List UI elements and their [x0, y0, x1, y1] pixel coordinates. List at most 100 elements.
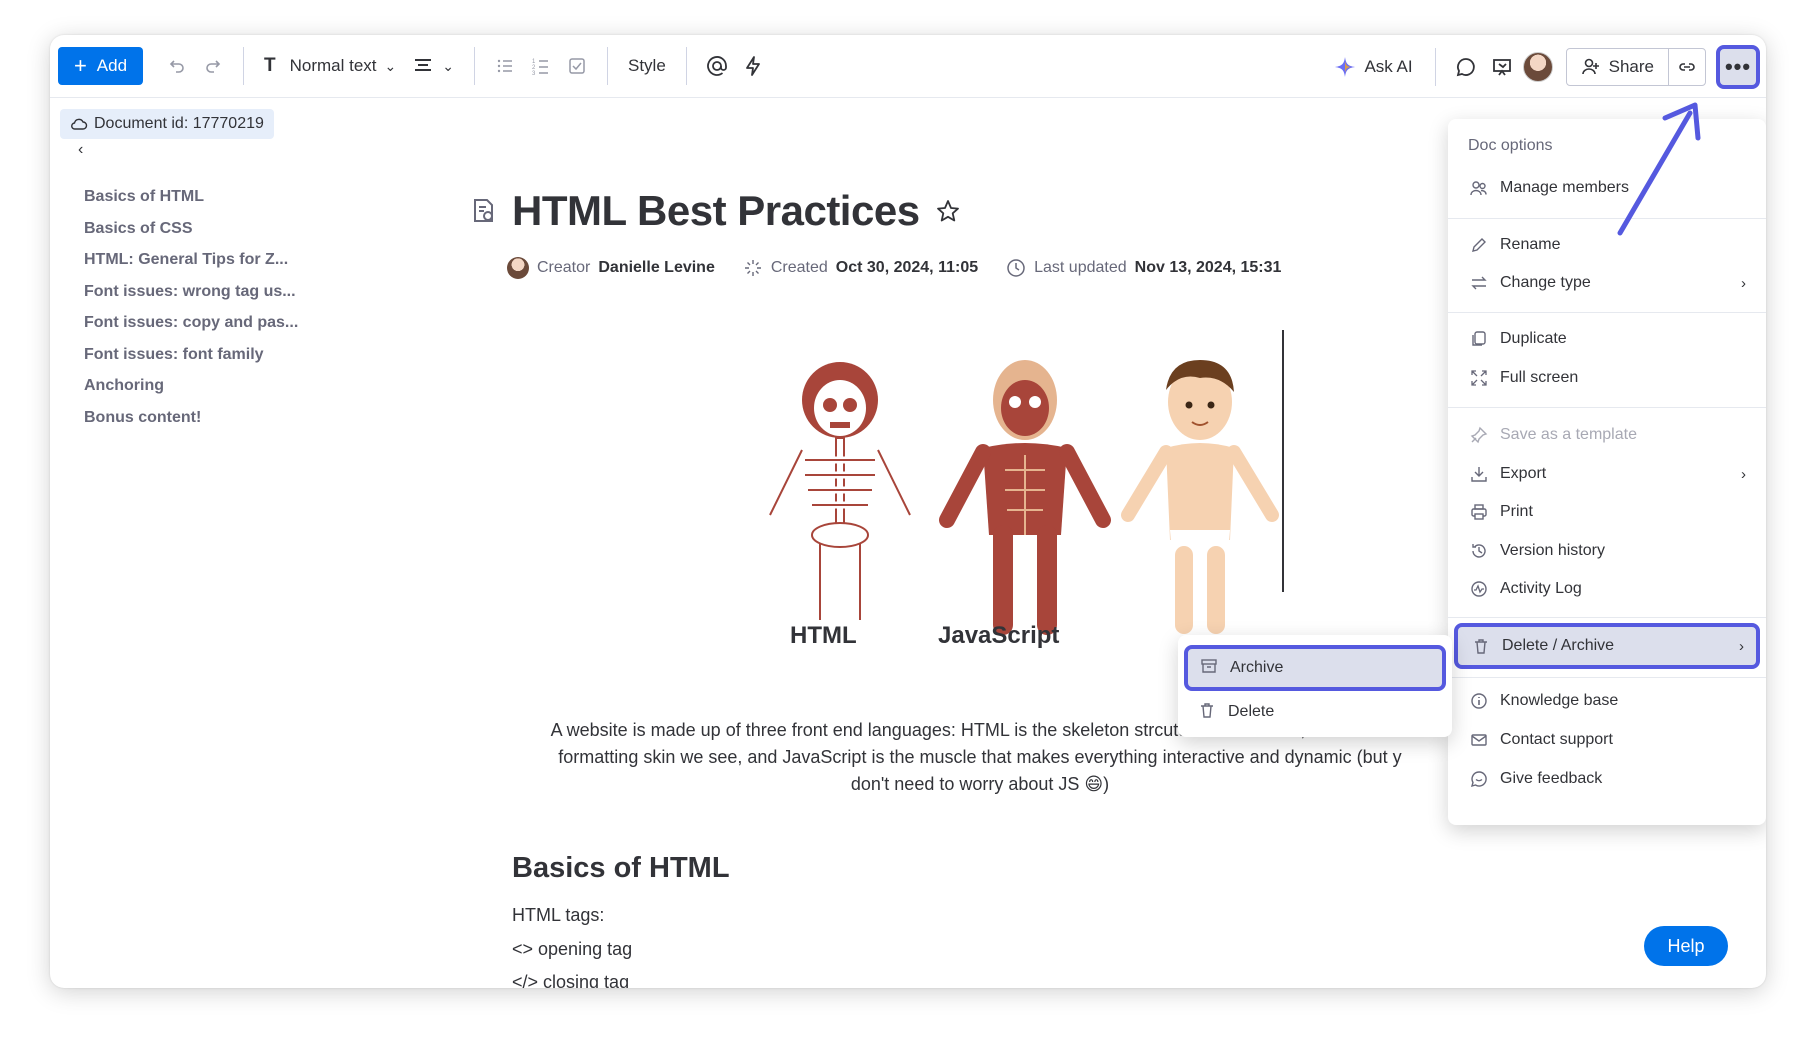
menu-item-duplicate[interactable]: Duplicate: [1456, 320, 1758, 358]
document-id: Document id: 17770219: [94, 115, 264, 132]
submenu-item-label: Archive: [1230, 659, 1284, 676]
menu-item-change-type[interactable]: Change type ›: [1456, 264, 1758, 302]
submenu-item-delete[interactable]: Delete: [1186, 693, 1444, 731]
add-label: Add: [96, 56, 128, 75]
menu-item-export[interactable]: Export ›: [1456, 455, 1758, 493]
menu-item-save-template[interactable]: Save as a template: [1456, 416, 1758, 454]
trash-icon: [1472, 637, 1490, 655]
menu-item-label: Print: [1500, 503, 1533, 520]
toc-item[interactable]: Bonus content!: [84, 402, 298, 434]
annotation-arrow-icon: [1617, 102, 1701, 236]
printer-icon: [1470, 503, 1488, 521]
menu-item-label: Duplicate: [1500, 330, 1567, 347]
text-style-dropdown[interactable]: T Normal text ⌄: [256, 55, 404, 77]
toc-item[interactable]: Font issues: wrong tag us...: [84, 276, 298, 308]
toc-item[interactable]: Basics of CSS: [84, 213, 298, 245]
menu-item-label: Knowledge base: [1500, 692, 1619, 709]
menu-item-delete-archive[interactable]: Delete / Archive ›: [1454, 623, 1760, 669]
toc-item[interactable]: HTML: General Tips for Z...: [84, 244, 298, 276]
comment-icon[interactable]: [1448, 49, 1484, 85]
copy-link-button[interactable]: [1669, 49, 1705, 85]
section-heading[interactable]: Basics of HTML: [512, 852, 730, 885]
submenu-item-archive[interactable]: Archive: [1184, 645, 1446, 691]
body-line[interactable]: HTML tags:: [512, 905, 604, 926]
user-avatar[interactable]: [1520, 49, 1556, 85]
toc-item[interactable]: Font issues: copy and pas...: [84, 307, 298, 339]
toolbar-divider: [243, 47, 244, 85]
redo-icon[interactable]: [195, 48, 231, 84]
menu-item-print[interactable]: Print: [1456, 493, 1758, 531]
share-button-group: Share: [1565, 47, 1706, 86]
share-label: Share: [1608, 56, 1654, 76]
menu-item-label: Export: [1500, 465, 1547, 482]
chevron-down-icon: ⌄: [384, 57, 397, 74]
bulleted-list-icon[interactable]: [487, 48, 523, 84]
download-icon: [1470, 465, 1488, 483]
anatomy-illustration: [765, 360, 1279, 635]
skin-figure: [1121, 360, 1279, 634]
document-id-badge: Document id: 17770219: [60, 109, 274, 139]
toc-item[interactable]: Basics of HTML: [84, 181, 298, 213]
pin-icon: [1470, 426, 1488, 444]
info-icon: [1470, 692, 1488, 710]
menu-item-label: Delete / Archive: [1502, 637, 1615, 654]
archive-icon: [1200, 657, 1218, 680]
menu-divider: [1448, 677, 1766, 678]
menu-item-label: Change type: [1500, 274, 1591, 291]
menu-divider: [1448, 312, 1766, 313]
pencil-icon: [1470, 236, 1488, 254]
toc-item[interactable]: Anchoring: [84, 370, 298, 402]
toolbar-divider: [607, 47, 608, 85]
add-button[interactable]: + Add: [58, 47, 143, 85]
ask-ai-button[interactable]: Ask AI: [1324, 56, 1422, 78]
sparkle-icon: [744, 260, 761, 276]
text-style-label: Normal text: [289, 56, 377, 75]
menu-item-version-history[interactable]: Version history: [1456, 532, 1758, 570]
updated-label: Last updated: [1034, 259, 1127, 276]
submenu-item-label: Delete: [1228, 703, 1275, 720]
menu-item-activity-log[interactable]: Activity Log: [1456, 570, 1758, 608]
doc-settings-icon[interactable]: [470, 197, 498, 225]
checklist-icon[interactable]: [559, 48, 595, 84]
page-title[interactable]: HTML Best Practices: [512, 187, 920, 235]
mail-icon: [1470, 731, 1488, 749]
doc-title-row: HTML Best Practices: [470, 187, 962, 235]
text-style-icon: T: [264, 55, 276, 76]
star-icon[interactable]: [934, 197, 962, 225]
created-meta: Created Oct 30, 2024, 11:05: [743, 258, 978, 278]
cloud-icon: [71, 118, 88, 130]
menu-item-label: Rename: [1500, 236, 1561, 253]
toolbar-divider: [474, 47, 475, 85]
body-line[interactable]: </> closing tag: [512, 972, 629, 988]
undo-icon[interactable]: [159, 48, 195, 84]
numbered-list-icon[interactable]: 123: [523, 48, 559, 84]
menu-item-contact-support[interactable]: Contact support: [1456, 721, 1758, 759]
creator-meta: Creator Danielle Levine: [507, 257, 715, 279]
figure-label-html: HTML: [790, 622, 857, 649]
toolbar: + Add T Normal text ⌄ ⌄ 123 Style Ask AI…: [50, 35, 1766, 98]
body-line[interactable]: <> opening tag: [512, 939, 632, 960]
automation-icon[interactable]: [735, 48, 771, 84]
menu-item-give-feedback[interactable]: Give feedback: [1456, 760, 1758, 798]
figure-label-javascript: JavaScript: [938, 622, 1060, 649]
more-options-button[interactable]: •••: [1716, 44, 1760, 89]
chevron-right-icon: ›: [1739, 637, 1744, 655]
share-button[interactable]: Share: [1567, 48, 1669, 85]
align-dropdown[interactable]: ⌄: [404, 56, 462, 76]
collapse-sidebar-icon[interactable]: ‹: [78, 141, 83, 159]
created-date: Oct 30, 2024, 11:05: [835, 259, 979, 276]
mention-icon[interactable]: [699, 48, 735, 84]
copy-icon: [1470, 330, 1488, 348]
activity-icon: [1470, 580, 1488, 598]
doc-meta: Creator Danielle Levine Created Oct 30, …: [507, 257, 1281, 279]
doc-window: + Add T Normal text ⌄ ⌄ 123 Style Ask AI…: [50, 35, 1766, 988]
style-button[interactable]: Style: [620, 56, 674, 76]
muscle-figure: [939, 360, 1111, 635]
menu-item-knowledge-base[interactable]: Knowledge base: [1456, 682, 1758, 720]
swap-icon: [1470, 274, 1488, 292]
menu-item-full-screen[interactable]: Full screen: [1456, 359, 1758, 397]
toc-item[interactable]: Font issues: font family: [84, 339, 298, 371]
presentation-icon[interactable]: [1484, 49, 1520, 85]
history-icon: [1470, 542, 1488, 560]
help-button[interactable]: Help: [1644, 926, 1728, 966]
